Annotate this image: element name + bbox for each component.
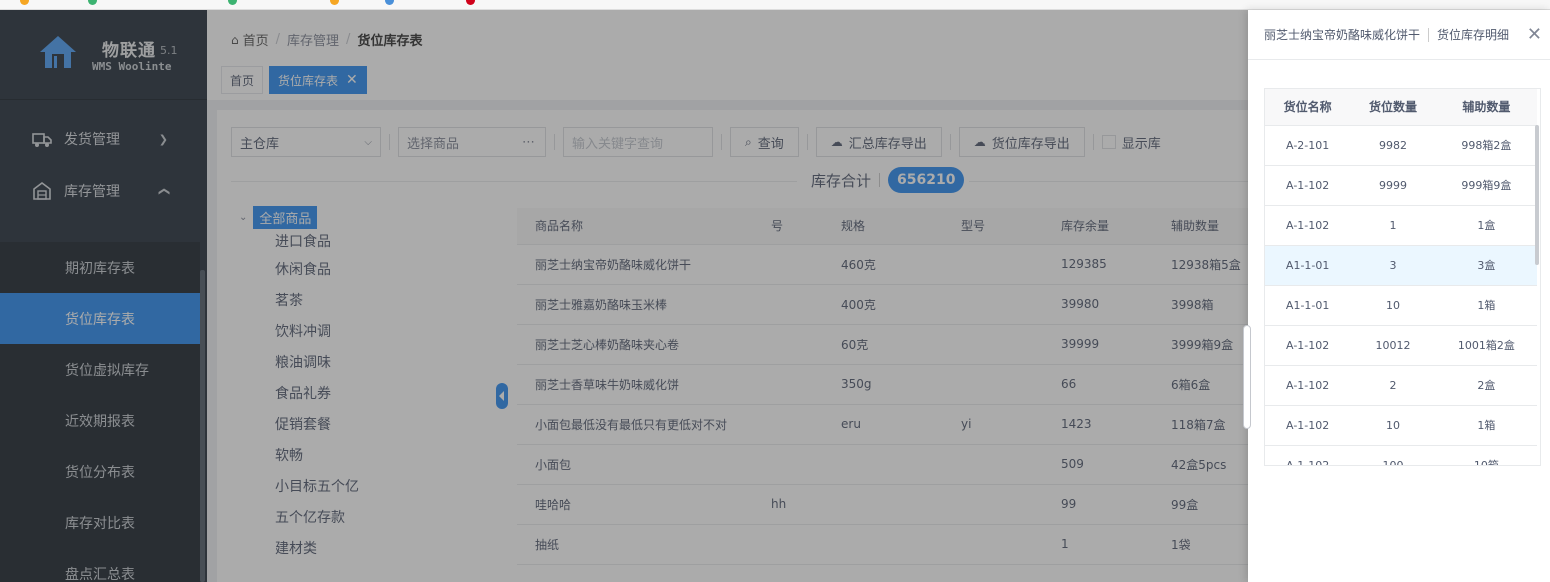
- table-row[interactable]: A1-1-01 10 1箱: [1265, 285, 1537, 326]
- close-icon[interactable]: ✕: [1527, 24, 1542, 45]
- bookmark-icon[interactable]: [385, 0, 394, 5]
- bookmark-icon[interactable]: [228, 0, 237, 5]
- bookmark-icon[interactable]: [88, 0, 97, 5]
- location-detail-drawer: 丽芝士纳宝帝奶酪味威化饼干 货位库存明细 ✕ 货位名称 货位数量 辅助数量 A-…: [1243, 10, 1550, 582]
- table-row[interactable]: A-2-101 9982 998箱2盒: [1265, 125, 1537, 166]
- drawer-resize-handle[interactable]: [1243, 325, 1251, 429]
- table-row[interactable]: A-1-102 2 2盒: [1265, 365, 1537, 406]
- table-header-row: 货位名称 货位数量 辅助数量: [1265, 89, 1537, 126]
- location-detail-table: 货位名称 货位数量 辅助数量 A-2-101 9982 998箱2盒 A-1-102…: [1265, 89, 1537, 465]
- table-row[interactable]: A-1-102 10012 1001箱2盒: [1265, 325, 1537, 366]
- column-header[interactable]: 货位名称: [1265, 89, 1351, 126]
- column-header[interactable]: 货位数量: [1350, 89, 1436, 126]
- drawer-table-container: 货位名称 货位数量 辅助数量 A-2-101 9982 998箱2盒 A-1-102…: [1264, 88, 1541, 466]
- bookmark-icon[interactable]: [466, 0, 475, 5]
- drawer-table-scrollbar[interactable]: [1535, 125, 1539, 265]
- table-row[interactable]: A-1-102 1 1盒: [1265, 205, 1537, 246]
- table-row-highlighted[interactable]: A1-1-01 3 3盒: [1265, 245, 1537, 286]
- bookmark-icon[interactable]: [330, 0, 339, 5]
- table-row[interactable]: A-1-102 10 1箱: [1265, 405, 1537, 446]
- drawer-title: 丽芝士纳宝帝奶酪味威化饼干: [1264, 28, 1421, 42]
- table-row[interactable]: A-1-102 9999 999箱9盒: [1265, 165, 1537, 206]
- drawer-header: 丽芝士纳宝帝奶酪味威化饼干 货位库存明细 ✕: [1248, 10, 1550, 60]
- browser-bookmark-strip: [0, 0, 1550, 10]
- drawer-subtitle: 货位库存明细: [1437, 28, 1510, 42]
- drawer-overlay-mask[interactable]: [0, 10, 1248, 582]
- table-row[interactable]: A-1-102 100 10箱: [1265, 445, 1537, 465]
- bookmark-icon[interactable]: [20, 0, 29, 5]
- column-header[interactable]: 辅助数量: [1435, 89, 1537, 126]
